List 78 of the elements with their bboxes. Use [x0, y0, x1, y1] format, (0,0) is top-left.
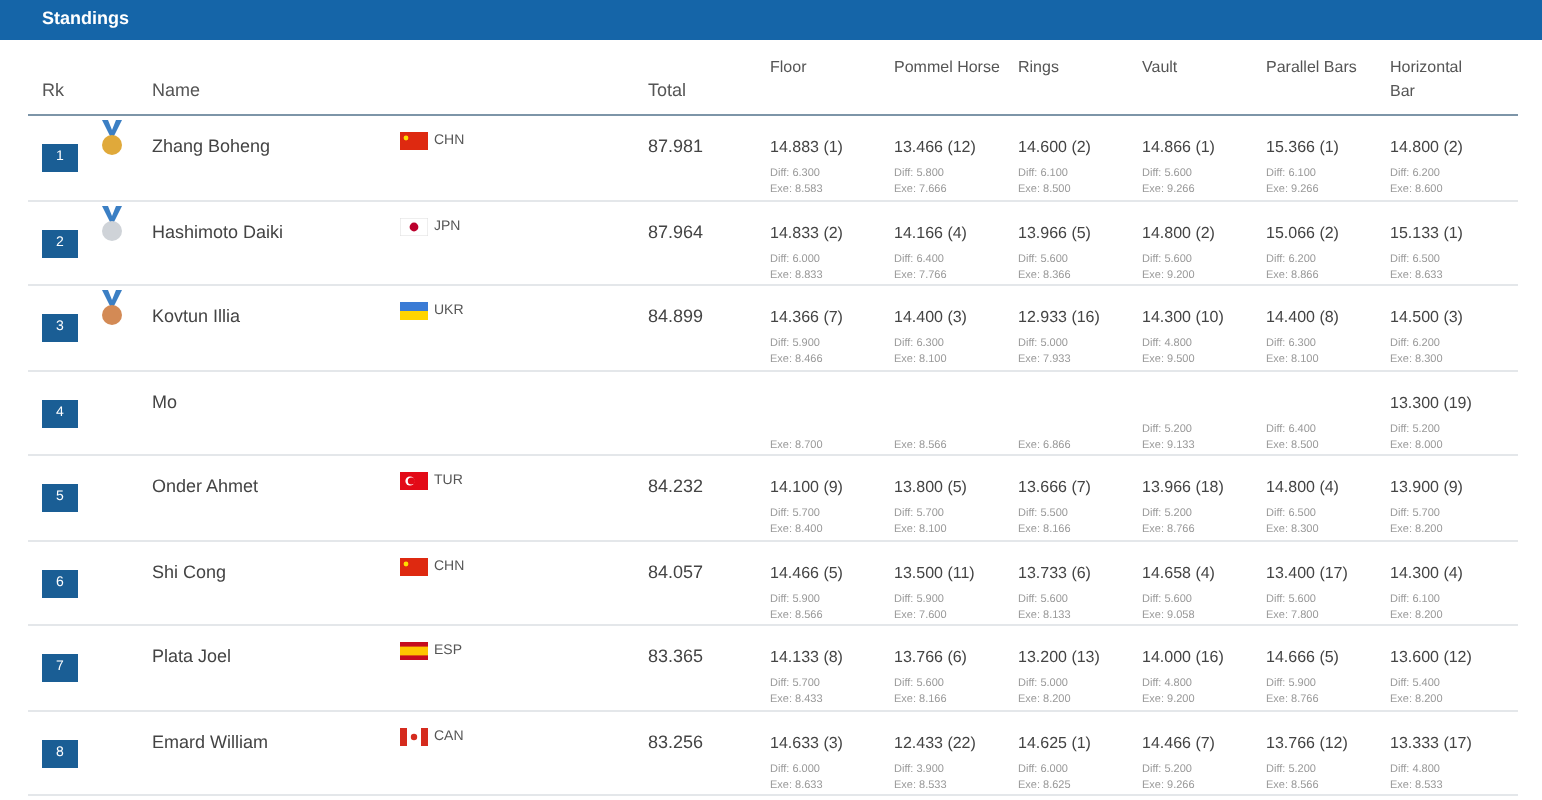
apparatus-score: 13.766 (6) — [894, 648, 967, 666]
athlete-name: Plata Joel — [152, 646, 232, 666]
apparatus-score: 14.625 (1) — [1018, 733, 1091, 751]
column-header: Floor — [770, 56, 809, 80]
medal-icon — [100, 205, 124, 241]
total-score: 84.057 — [648, 561, 704, 581]
athlete-name: Onder Ahmet — [152, 476, 259, 496]
flag-icon — [400, 557, 428, 575]
apparatus-score: 13.400 (17) — [1266, 563, 1348, 581]
flag-icon — [400, 472, 428, 490]
column-header: Pommel Horse — [894, 56, 1002, 80]
apparatus-score: 13.466 (12) — [894, 138, 976, 156]
apparatus-score: 14.466 (7) — [1142, 733, 1215, 751]
apparatus-score: 14.300 (10) — [1142, 308, 1224, 326]
medal-icon — [100, 290, 124, 326]
apparatus-score: 14.883 (1) — [770, 138, 843, 156]
total-score: 83.365 — [648, 646, 704, 666]
flag-icon — [400, 217, 428, 235]
total-score: 84.899 — [648, 306, 704, 326]
apparatus-score: 15.133 (1) — [1390, 223, 1463, 241]
flag-icon — [400, 132, 428, 150]
apparatus-score: 12.933 (16) — [1018, 308, 1100, 326]
apparatus-score: 13.200 (13) — [1018, 648, 1100, 666]
flag-icon — [400, 727, 428, 745]
apparatus-score: 15.366 (1) — [1266, 138, 1339, 156]
medal-icon — [100, 120, 124, 156]
column-header: Rings — [1018, 56, 1061, 80]
column-header: Total — [648, 80, 687, 100]
apparatus-score: 13.300 (19) — [1390, 393, 1472, 411]
apparatus-score: 14.000 (16) — [1142, 648, 1224, 666]
apparatus-score: 13.800 (5) — [894, 478, 967, 496]
apparatus-score: 13.600 (12) — [1390, 648, 1472, 666]
column-header: Horizontal Bar — [1390, 56, 1465, 104]
apparatus-score: 14.800 (2) — [1390, 138, 1463, 156]
flag-icon — [400, 302, 428, 320]
apparatus-score: 14.500 (3) — [1390, 308, 1463, 326]
apparatus-score: 13.900 (9) — [1390, 478, 1463, 496]
apparatus-score: 13.766 (12) — [1266, 733, 1348, 751]
column-header: Name — [152, 80, 201, 100]
athlete-name: Shi Cong — [152, 561, 227, 581]
apparatus-score: 14.133 (8) — [770, 648, 843, 666]
apparatus-score: 13.733 (6) — [1018, 563, 1091, 581]
athlete-name: Mo — [152, 391, 178, 411]
apparatus-score: 15.066 (2) — [1266, 223, 1339, 241]
apparatus-score: 14.800 (4) — [1266, 478, 1339, 496]
athlete-name: Kovtun Illia — [152, 306, 241, 326]
apparatus-score: 14.366 (7) — [770, 308, 843, 326]
total-score: 87.964 — [648, 221, 704, 241]
apparatus-score: 14.466 (5) — [770, 563, 843, 581]
apparatus-score: 14.658 (4) — [1142, 563, 1215, 581]
apparatus-score: 14.666 (5) — [1266, 648, 1339, 666]
athlete-name: Hashimoto Daiki — [152, 221, 284, 241]
column-header: Rk — [42, 80, 64, 100]
apparatus-score: 14.833 (2) — [770, 223, 843, 241]
apparatus-score: 14.100 (9) — [770, 478, 843, 496]
apparatus-score: 12.433 (22) — [894, 733, 976, 751]
apparatus-score: 14.800 (2) — [1142, 223, 1215, 241]
apparatus-score: 14.600 (2) — [1018, 138, 1091, 156]
athlete-name: Zhang Boheng — [152, 136, 271, 156]
apparatus-score: 14.166 (4) — [894, 223, 967, 241]
header-title: Standings — [42, 6, 130, 33]
apparatus-score: 13.333 (17) — [1390, 733, 1472, 751]
apparatus-score: 14.866 (1) — [1142, 138, 1215, 156]
apparatus-score: 14.300 (4) — [1390, 563, 1463, 581]
apparatus-score: 13.666 (7) — [1018, 478, 1091, 496]
apparatus-score: 13.966 (18) — [1142, 478, 1224, 496]
total-score: 84.232 — [648, 476, 704, 496]
apparatus-score: 14.400 (3) — [894, 308, 967, 326]
apparatus-score: 14.400 (8) — [1266, 308, 1339, 326]
athlete-name: Emard William — [152, 731, 269, 751]
apparatus-score: 13.966 (5) — [1018, 223, 1091, 241]
apparatus-score: 13.500 (11) — [894, 563, 975, 581]
flag-icon — [400, 642, 428, 660]
apparatus-score: 14.633 (3) — [770, 733, 843, 751]
column-header: Parallel Bars — [1266, 56, 1359, 80]
column-header: Vault — [1142, 56, 1180, 80]
total-score: 83.256 — [648, 731, 704, 751]
total-score: 87.981 — [648, 136, 704, 156]
